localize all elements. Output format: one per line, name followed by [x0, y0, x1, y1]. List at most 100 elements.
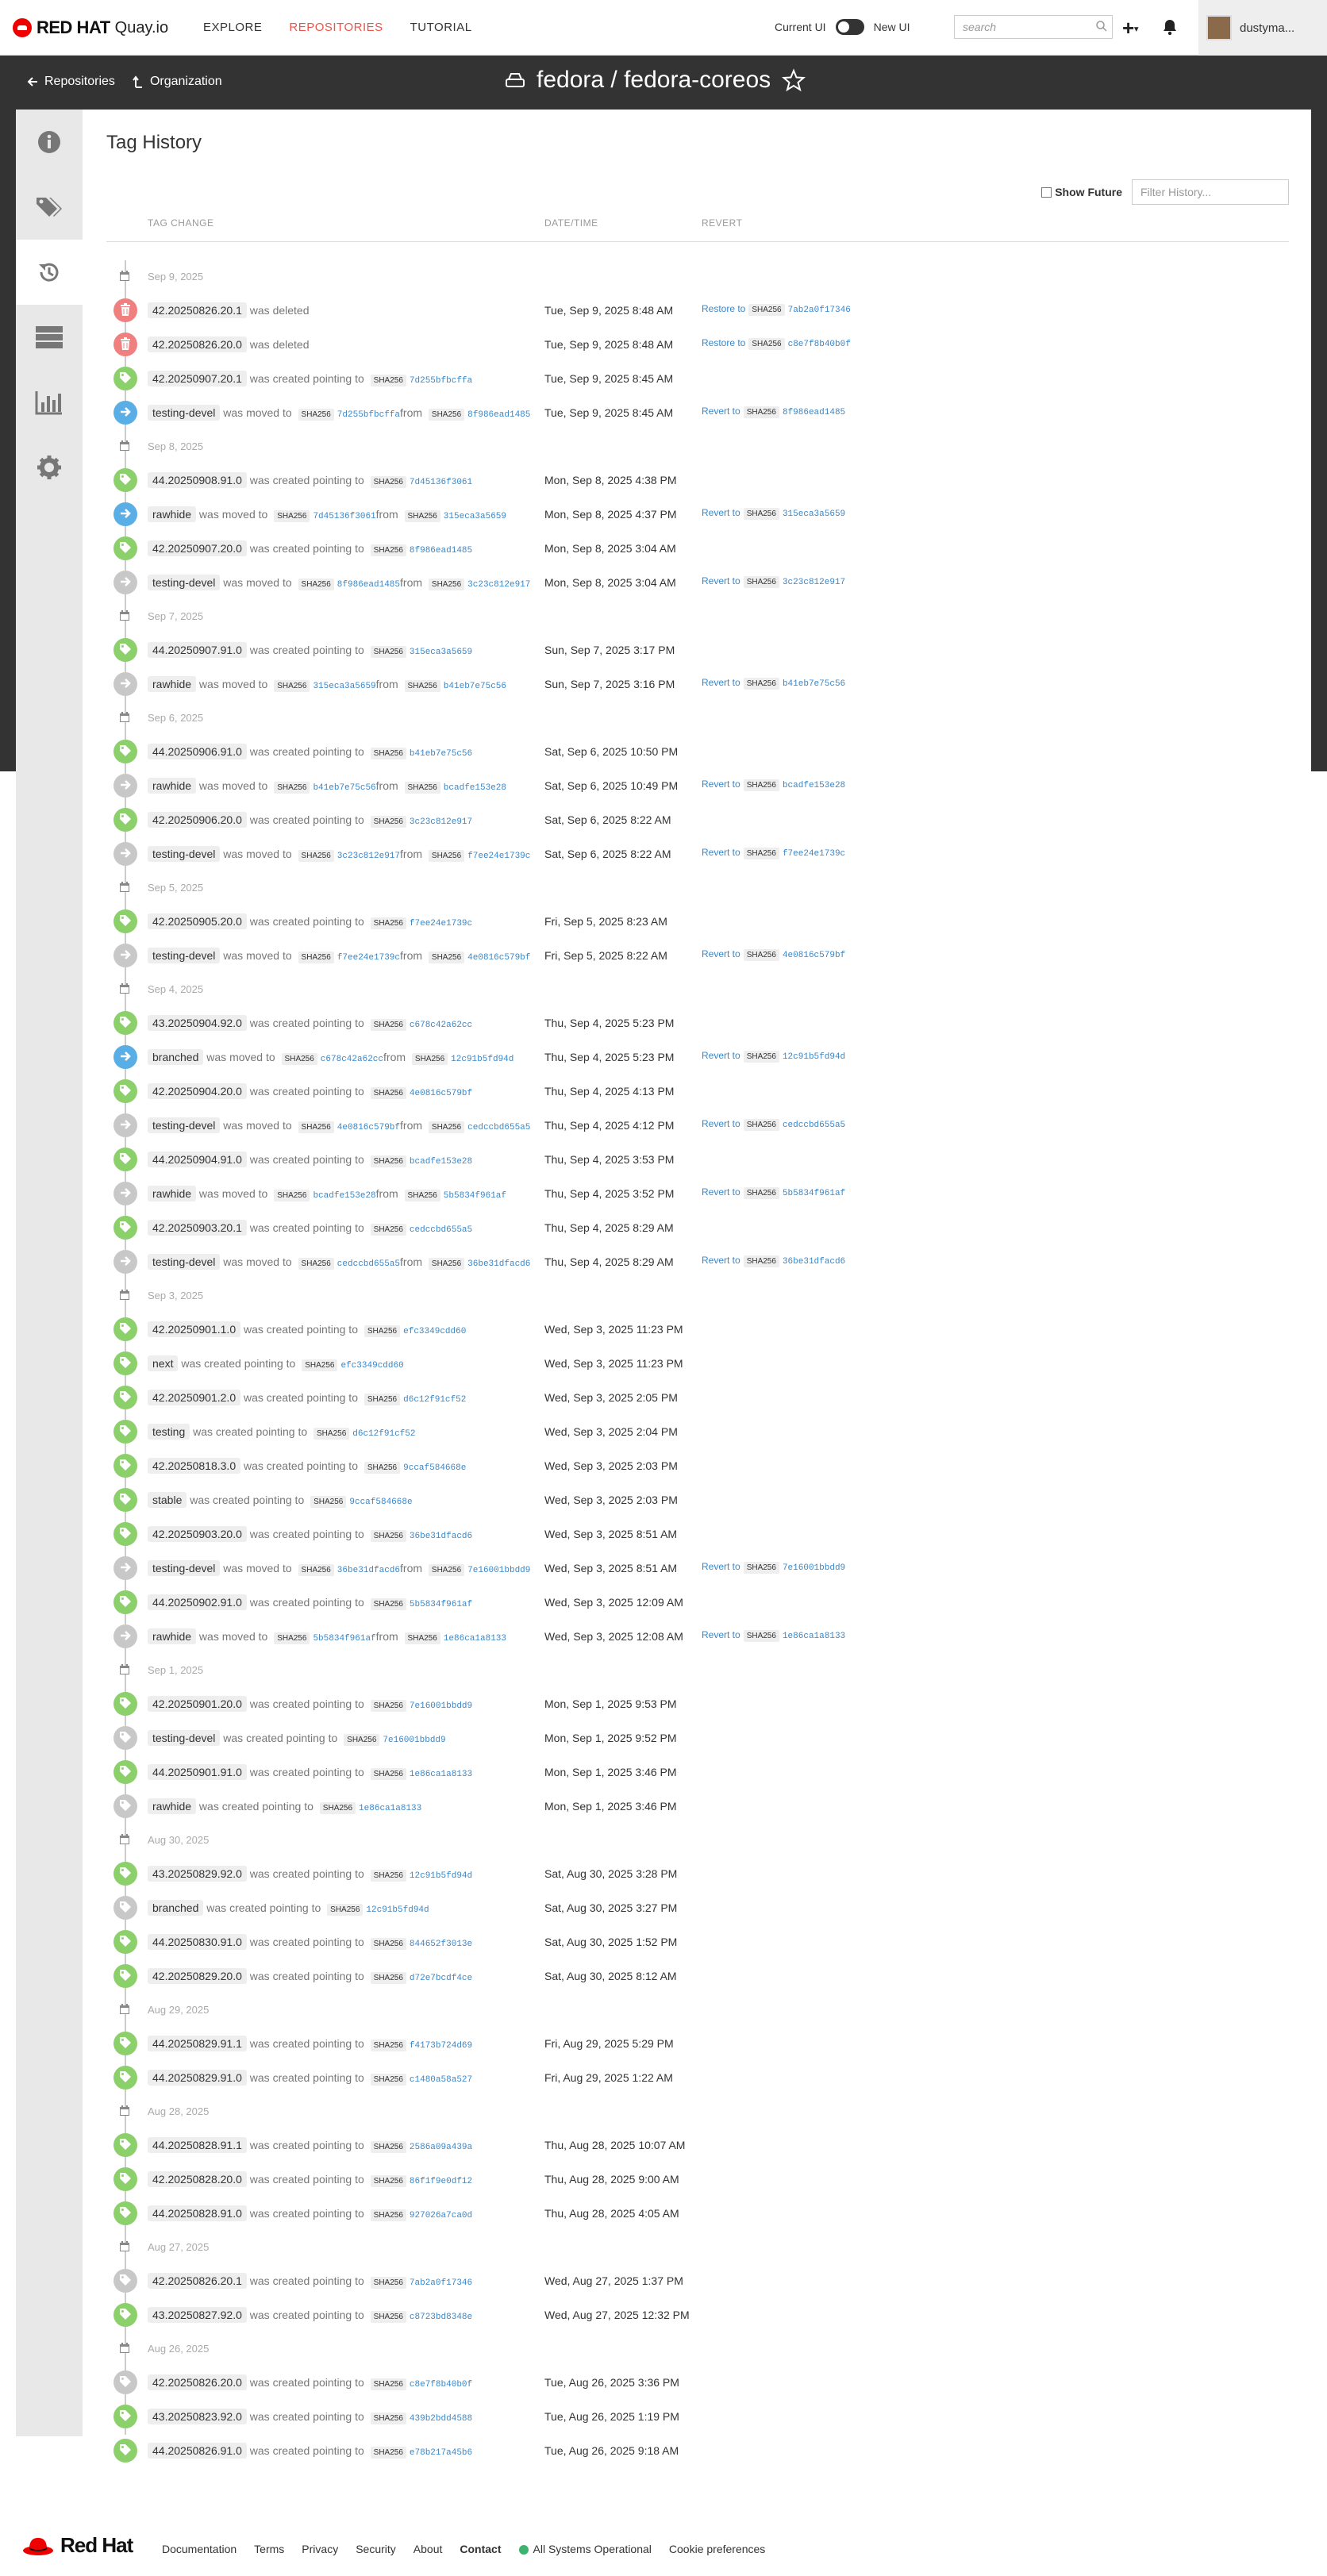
create-new-button[interactable]: +▾	[1122, 16, 1138, 40]
tag-name-badge[interactable]: 43.20250829.92.0	[148, 1866, 247, 1882]
status-link[interactable]: All Systems Operational	[518, 2543, 652, 2555]
previous-hash-link[interactable]: 12c91b5fd94d	[451, 1055, 513, 1064]
tag-name-badge[interactable]: rawhide	[148, 676, 197, 692]
tag-name-badge[interactable]: 42.20250818.3.0	[148, 1458, 241, 1474]
previous-hash-link[interactable]: 7e16001bbdd9	[467, 1566, 530, 1575]
footer-link-about[interactable]: About	[413, 2543, 443, 2555]
previous-hash-link[interactable]: cedccbd655a5	[467, 1123, 530, 1132]
manifest-hash-link[interactable]: 4e0816c579bf	[337, 1123, 400, 1132]
manifest-hash-link[interactable]: 7ab2a0f17346	[410, 2278, 472, 2288]
revert-link[interactable]: Revert to	[702, 1561, 740, 1572]
manifest-hash-link[interactable]: 844652f3013e	[410, 1940, 472, 1949]
tag-name-badge[interactable]: 42.20250904.20.0	[148, 1083, 247, 1099]
revert-link[interactable]: Revert to	[702, 507, 740, 518]
tag-name-badge[interactable]: 44.20250826.91.0	[148, 2443, 247, 2459]
manifest-hash-link[interactable]: efc3349cdd60	[340, 1361, 403, 1371]
manifest-hash-link[interactable]: 1e86ca1a8133	[410, 1770, 472, 1779]
previous-hash-link[interactable]: 4e0816c579bf	[467, 953, 530, 963]
revert-link[interactable]: Revert to	[702, 406, 740, 417]
manifest-hash-link[interactable]: c678c42a62cc	[410, 1021, 472, 1030]
manifest-hash-link[interactable]: c8723bd8348e	[410, 2313, 472, 2322]
manifest-hash-link[interactable]: e78b217a45b6	[410, 2448, 472, 2458]
tag-name-badge[interactable]: rawhide	[148, 1186, 197, 1201]
manifest-hash-link[interactable]: 7d255bfbcffa	[410, 376, 472, 386]
revert-action[interactable]: Revert to SHA256 1e86ca1a8133	[702, 1629, 845, 1642]
manifest-hash-link[interactable]: f4173b724d69	[410, 2041, 472, 2051]
revert-action[interactable]: Restore to SHA256 c8e7f8b40b0f	[702, 337, 851, 350]
previous-hash-link[interactable]: 36be31dfacd6	[467, 1259, 530, 1269]
manifest-hash-link[interactable]: 7e16001bbdd9	[383, 1736, 445, 1745]
manifest-hash-link[interactable]: 9ccaf584668e	[403, 1463, 466, 1473]
tag-name-badge[interactable]: testing	[148, 1424, 190, 1440]
tag-name-badge[interactable]: 42.20250901.1.0	[148, 1321, 241, 1337]
nav-explore[interactable]: EXPLORE	[203, 21, 262, 34]
tag-name-badge[interactable]: 42.20250906.20.0	[148, 812, 247, 828]
revert-action[interactable]: Revert to SHA256 f7ee24e1739c	[702, 847, 845, 859]
revert-hash-link[interactable]: bcadfe153e28	[783, 781, 845, 790]
tag-name-badge[interactable]: 42.20250829.20.0	[148, 1968, 247, 1984]
tag-name-badge[interactable]: 42.20250907.20.1	[148, 371, 247, 386]
revert-link[interactable]: Revert to	[702, 1186, 740, 1198]
revert-action[interactable]: Revert to SHA256 36be31dfacd6	[702, 1255, 845, 1267]
manifest-hash-link[interactable]: 36be31dfacd6	[337, 1566, 400, 1575]
manifest-hash-link[interactable]: 8f986ead1485	[410, 546, 472, 556]
tag-name-badge[interactable]: 42.20250826.20.0	[148, 2374, 247, 2390]
revert-action[interactable]: Revert to SHA256 12c91b5fd94d	[702, 1050, 845, 1063]
filter-history-input[interactable]: Filter History...	[1132, 179, 1289, 205]
tag-name-badge[interactable]: 42.20250907.20.0	[148, 540, 247, 556]
footer-link-documentation[interactable]: Documentation	[162, 2543, 237, 2555]
tag-name-badge[interactable]: 42.20250901.20.0	[148, 1696, 247, 1712]
manifest-hash-link[interactable]: d72e7bcdf4ce	[410, 1974, 472, 1983]
manifest-hash-link[interactable]: 86f1f9e0df12	[410, 2177, 472, 2186]
revert-action[interactable]: Revert to SHA256 cedccbd655a5	[702, 1118, 845, 1131]
tag-name-badge[interactable]: stable	[148, 1492, 187, 1508]
redhat-quay-logo[interactable]: RED HAT Quay.io	[13, 17, 168, 38]
notifications-bell-icon[interactable]	[1160, 17, 1179, 37]
tag-name-badge[interactable]: 42.20250905.20.0	[148, 913, 247, 929]
footer-link-contact[interactable]: Contact	[460, 2543, 501, 2555]
tag-name-badge[interactable]: 44.20250830.91.0	[148, 1934, 247, 1950]
cookie-preferences-link[interactable]: Cookie preferences	[669, 2543, 765, 2555]
footer-link-security[interactable]: Security	[356, 2543, 396, 2555]
revert-link[interactable]: Revert to	[702, 847, 740, 858]
manifest-hash-link[interactable]: cedccbd655a5	[337, 1259, 400, 1269]
manifest-hash-link[interactable]: 9ccaf584668e	[349, 1498, 412, 1507]
manifest-hash-link[interactable]: efc3349cdd60	[403, 1327, 466, 1336]
user-menu[interactable]: dustyma...	[1198, 0, 1327, 56]
revert-hash-link[interactable]: 36be31dfacd6	[783, 1257, 845, 1267]
revert-link[interactable]: Revert to	[702, 677, 740, 688]
revert-hash-link[interactable]: c8e7f8b40b0f	[788, 340, 851, 349]
revert-hash-link[interactable]: 315eca3a5659	[783, 509, 845, 519]
manifest-hash-link[interactable]: bcadfe153e28	[410, 1157, 472, 1167]
tag-name-badge[interactable]: 42.20250826.20.1	[148, 302, 247, 318]
nav-tutorial[interactable]: TUTORIAL	[410, 21, 472, 34]
tag-name-badge[interactable]: testing-devel	[148, 1730, 221, 1746]
manifest-hash-link[interactable]: 315eca3a5659	[313, 682, 375, 691]
tag-name-badge[interactable]: 43.20250827.92.0	[148, 2307, 247, 2323]
revert-link[interactable]: Revert to	[702, 1255, 740, 1266]
manifest-hash-link[interactable]: 8f986ead1485	[337, 580, 400, 590]
nav-repositories[interactable]: REPOSITORIES	[289, 21, 383, 34]
tag-name-badge[interactable]: 42.20250828.20.0	[148, 2171, 247, 2187]
redhat-footer-logo[interactable]: Red Hat	[22, 2533, 133, 2558]
manifest-hash-link[interactable]: c678c42a62cc	[321, 1055, 383, 1064]
sidebar-item-usage[interactable]	[16, 370, 83, 435]
revert-hash-link[interactable]: f7ee24e1739c	[783, 849, 845, 859]
manifest-hash-link[interactable]: 7d45136f3061	[410, 478, 472, 487]
sidebar-item-history[interactable]	[16, 240, 83, 305]
revert-action[interactable]: Revert to SHA256 b41eb7e75c56	[702, 677, 845, 690]
manifest-hash-link[interactable]: bcadfe153e28	[313, 1191, 375, 1201]
manifest-hash-link[interactable]: 927026a7ca0d	[410, 2211, 472, 2220]
revert-link[interactable]: Revert to	[702, 575, 740, 586]
search-input[interactable]: search	[954, 15, 1113, 39]
tag-name-badge[interactable]: 43.20250904.92.0	[148, 1015, 247, 1031]
tag-name-badge[interactable]: testing-devel	[148, 575, 221, 590]
manifest-hash-link[interactable]: 12c91b5fd94d	[366, 1905, 429, 1915]
manifest-hash-link[interactable]: b41eb7e75c56	[313, 783, 375, 793]
manifest-hash-link[interactable]: cedccbd655a5	[410, 1225, 472, 1235]
revert-action[interactable]: Revert to SHA256 7e16001bbdd9	[702, 1561, 845, 1574]
manifest-hash-link[interactable]: d6c12f91cf52	[403, 1395, 466, 1405]
revert-action[interactable]: Revert to SHA256 315eca3a5659	[702, 507, 845, 520]
star-icon[interactable]	[782, 68, 806, 92]
manifest-hash-link[interactable]: 5b5834f961af	[313, 1634, 375, 1644]
